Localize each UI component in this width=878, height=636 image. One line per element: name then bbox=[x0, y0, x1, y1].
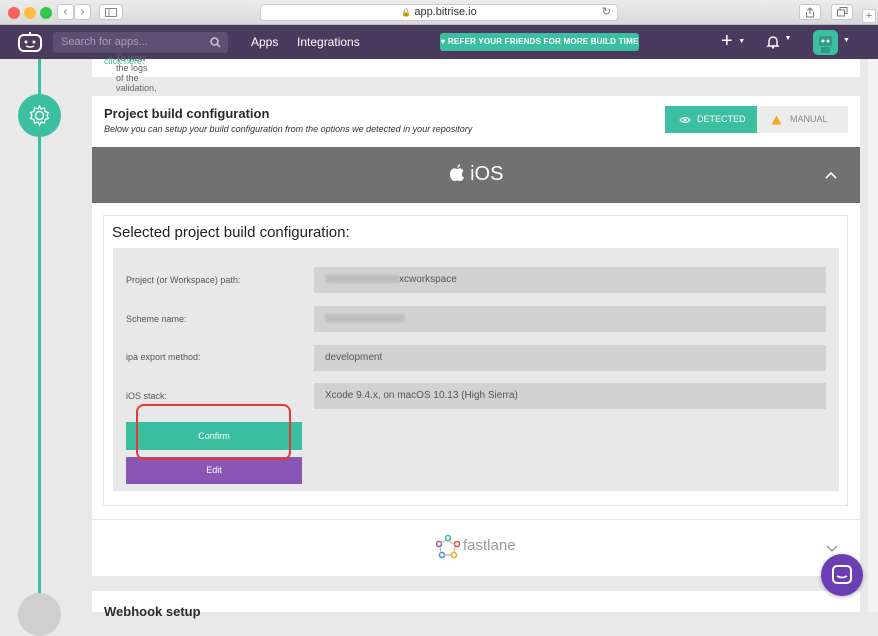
lock-icon: 🔒 bbox=[401, 8, 412, 17]
nav-apps-link[interactable]: Apps bbox=[251, 35, 278, 49]
search-icon bbox=[210, 37, 221, 48]
scheme-name-field[interactable] bbox=[314, 306, 826, 332]
annotation-highlight bbox=[136, 404, 291, 460]
robot-avatar-icon bbox=[819, 36, 832, 53]
edit-button[interactable]: Edit bbox=[126, 457, 302, 484]
fastlane-label: fastlane bbox=[463, 537, 516, 554]
gear-icon bbox=[29, 104, 50, 127]
timeline-line bbox=[38, 59, 41, 612]
step-badge bbox=[18, 593, 61, 636]
page-subtitle: Below you can setup your build configura… bbox=[104, 124, 473, 134]
step-gear-badge bbox=[18, 94, 61, 137]
redacted-text bbox=[325, 314, 405, 323]
chevron-down-icon: ▼ bbox=[738, 38, 746, 46]
scheme-name-label: Scheme name: bbox=[126, 314, 187, 324]
minimize-window-button[interactable] bbox=[24, 7, 36, 19]
chevron-down-icon: ▼ bbox=[784, 35, 792, 42]
heart-icon: ♥ bbox=[440, 37, 446, 46]
manual-tab[interactable]: MANUAL bbox=[757, 106, 848, 133]
reload-icon[interactable]: ↻ bbox=[602, 5, 611, 20]
back-button[interactable]: ‹ bbox=[57, 4, 74, 20]
webhook-setup-card: Webhook setup bbox=[92, 591, 860, 619]
bell-icon bbox=[766, 36, 780, 49]
redacted-text bbox=[325, 275, 399, 284]
refer-friends-button[interactable]: ♥ REFER YOUR FRIENDS FOR MORE BUILD TIME bbox=[440, 33, 639, 51]
export-method-label: ipa export method: bbox=[126, 352, 201, 362]
tabs-button[interactable] bbox=[831, 4, 853, 20]
close-window-button[interactable] bbox=[8, 7, 20, 19]
chat-launcher-button[interactable] bbox=[821, 554, 863, 596]
fastlane-logo-icon bbox=[436, 535, 460, 559]
apple-icon bbox=[449, 164, 464, 181]
sidebar-toggle-button[interactable] bbox=[99, 4, 123, 20]
notifications-button[interactable]: ▼ bbox=[766, 35, 791, 54]
warning-icon bbox=[771, 115, 782, 125]
bitrise-logo-icon[interactable] bbox=[17, 31, 43, 53]
chevron-down-icon[interactable]: ▼ bbox=[843, 37, 850, 44]
ios-platform-header[interactable]: iOS bbox=[92, 147, 860, 203]
new-tab-button[interactable]: + bbox=[862, 9, 876, 23]
project-path-field[interactable]: xcworkspace bbox=[314, 267, 826, 293]
sidebar-icon bbox=[105, 8, 117, 17]
page-scrollbar[interactable] bbox=[868, 59, 878, 612]
ios-stack-label: iOS stack: bbox=[126, 391, 168, 401]
export-method-field[interactable]: development bbox=[314, 345, 826, 371]
ios-stack-field[interactable]: Xcode 9.4.x, on macOS 10.13 (High Sierra… bbox=[314, 383, 826, 409]
detected-tab[interactable]: DETECTED bbox=[665, 106, 757, 133]
chat-icon bbox=[832, 565, 852, 584]
add-menu-button[interactable]: + ▼ bbox=[721, 30, 745, 53]
browser-toolbar: ‹ › 🔒 app.bitrise.io ↻ + bbox=[0, 0, 878, 25]
maximize-window-button[interactable] bbox=[40, 7, 52, 19]
url-text: app.bitrise.io bbox=[414, 6, 477, 18]
share-icon bbox=[806, 7, 814, 18]
eye-icon bbox=[679, 116, 691, 123]
tabs-icon bbox=[836, 7, 847, 17]
chevron-up-icon[interactable] bbox=[825, 171, 837, 179]
address-bar[interactable]: 🔒 app.bitrise.io ↻ bbox=[260, 4, 618, 21]
search-input[interactable]: Search for apps... bbox=[53, 32, 228, 53]
validation-card: To view the logs of the validation, clic… bbox=[92, 53, 860, 93]
share-button[interactable] bbox=[799, 4, 821, 20]
avatar[interactable] bbox=[813, 30, 838, 55]
forward-button[interactable]: › bbox=[74, 4, 91, 20]
platform-label: iOS bbox=[470, 163, 504, 185]
config-heading: Selected project build configuration: bbox=[112, 224, 350, 241]
project-path-label: Project (or Workspace) path: bbox=[126, 275, 241, 285]
page-title: Project build configuration bbox=[104, 106, 270, 121]
chevron-down-icon[interactable] bbox=[826, 545, 838, 553]
nav-integrations-link[interactable]: Integrations bbox=[297, 35, 360, 49]
